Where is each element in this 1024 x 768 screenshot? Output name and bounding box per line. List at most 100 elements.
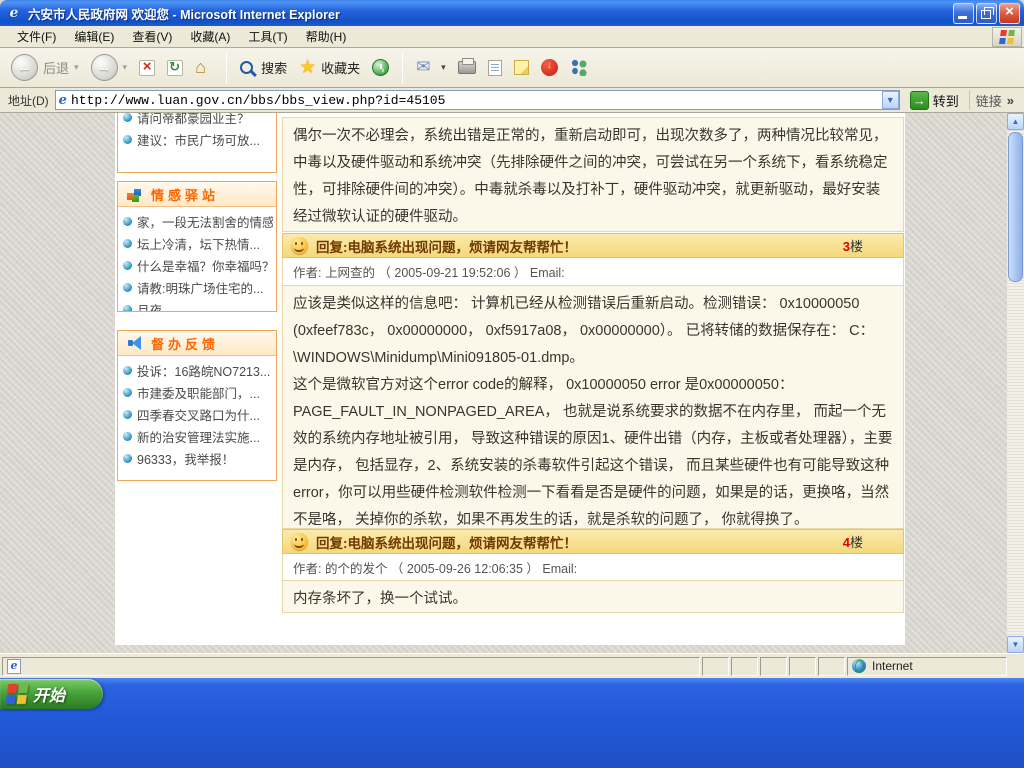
toolbar-separator [226,52,227,84]
floor-badge: 4楼 [843,532,863,551]
address-bar: 地址(D) e ▼ → 转到 链接 » [0,88,1024,113]
scroll-down-button[interactable]: ▼ [1007,636,1024,653]
author-row-3: 作者: 上网查的 （ 2005-09-21 19:52:06 ） Email: [282,258,904,285]
menu-favorites[interactable]: 收藏(A) [181,26,239,47]
sidebar-link[interactable]: 月夜 [123,298,273,312]
back-button[interactable]: ← 后退 ▾ [8,52,82,83]
sidebar-link[interactable]: 四季春交叉路口为什... [123,403,273,425]
menu-edit[interactable]: 编辑(E) [65,26,123,47]
sidebar-link[interactable]: 市建委及职能部门，... [123,381,273,403]
favorites-label: 收藏夹 [321,58,360,77]
status-zone-pane: Internet [847,657,1007,676]
refresh-icon [167,60,183,76]
go-button[interactable]: → 转到 [906,90,963,111]
reply-header-4: 回复:电脑系统出现问题，烦请网友帮帮忙！ 4楼 [282,529,904,554]
history-icon [372,59,389,76]
home-button[interactable] [192,57,216,79]
sidebar-link[interactable]: 96333，我举报！ [123,447,273,469]
megaphone-icon [127,336,143,350]
post-text: 这个是微软官方对这个error code的解释， 0x10000050 erro… [293,372,893,529]
toolbar-separator [402,52,403,84]
vertical-scrollbar[interactable]: ▲ ▼ [1007,113,1024,653]
start-button[interactable]: 开始 [0,679,103,709]
edit-button[interactable] [485,58,505,78]
sidebar-box-top: 请问帝都豪园业主？ 建议：市民广场可放... [117,113,277,173]
taskbar: 开始 G IBM UE ▶ e ◲ 计... MSN... e检... 瀚...… [0,678,1024,768]
status-pane [702,657,729,676]
window-title: 六安市人民政府网 欢迎您 - Microsoft Internet Explor… [28,4,951,23]
stop-icon [139,60,155,76]
menu-help[interactable]: 帮助(H) [297,26,356,47]
reply-title: 回复:电脑系统出现问题，烦请网友帮帮忙！ [316,236,577,256]
sidebar-link[interactable]: 新的治安管理法实施... [123,425,273,447]
sidebar-link[interactable]: 建议：市民广场可放... [123,128,273,150]
go-label: 转到 [933,91,959,110]
post-text: 偶尔一次不必理会，系统出错是正常的，重新启动即可，出现次数多了，两种情况比较常见… [293,123,893,231]
forward-dropdown-icon[interactable]: ▾ [123,62,128,73]
close-button[interactable] [999,3,1020,24]
sidebar-link[interactable]: 什么是幸福？你幸福吗？ [123,254,273,276]
back-arrow-icon: ← [11,54,38,81]
links-menu[interactable]: 链接 » [969,90,1020,110]
address-label: 地址(D) [8,92,49,109]
windows-flag-icon [6,684,29,704]
messenger-people-icon [570,59,589,76]
mail-icon [416,61,436,75]
browser-viewport: 请问帝都豪园业主？ 建议：市民广场可放... 情感驿站 家，一段无法割舍的情感 [0,113,1024,653]
bullet-icon [123,283,132,292]
forward-button[interactable]: → ▾ [88,52,131,83]
sidebar-link[interactable]: 投诉：16路皖NO7213... [123,359,273,381]
back-dropdown-icon[interactable]: ▾ [74,62,79,73]
bullet-icon [123,261,132,270]
sticky-note-icon [514,60,529,75]
sidebar-link[interactable]: 请教:明珠广场住宅的... [123,276,273,298]
menu-view[interactable]: 查看(V) [123,26,181,47]
status-pane [731,657,758,676]
favorites-button[interactable]: ★ 收藏夹 [296,56,363,79]
mail-button[interactable]: ▾ [413,59,449,77]
search-icon [240,61,253,74]
notes-button[interactable] [511,58,532,77]
sidebar-section-feedback: 督办反馈 投诉：16路皖NO7213... 市建委及职能部门，... 四季春交叉… [117,330,277,481]
start-label: 开始 [33,682,65,706]
search-label: 搜索 [261,58,287,77]
address-field[interactable]: e ▼ [55,90,900,110]
search-button[interactable]: 搜索 [237,56,290,79]
menu-file[interactable]: 文件(F) [8,26,65,47]
minimize-button[interactable] [953,3,974,24]
sidebar-link[interactable]: 坛上冷清，坛下热情... [123,232,273,254]
zone-label: Internet [872,659,913,673]
messenger-button[interactable] [567,57,592,78]
sidebar-link[interactable]: 家，一段无法割舍的情感 [123,210,273,232]
address-dropdown-button[interactable]: ▼ [882,91,899,109]
mail-dropdown-icon[interactable]: ▾ [441,62,446,73]
windows-brand-logo [992,27,1022,47]
bullet-icon [123,305,132,313]
address-input[interactable] [71,93,882,108]
windows-flag-icon [999,30,1015,44]
status-pane [760,657,787,676]
bullet-icon [123,410,132,419]
sidebar-section-emotions: 情感驿站 家，一段无法割舍的情感 坛上冷清，坛下热情... 什么是幸福？你幸福吗… [117,181,277,312]
scroll-up-button[interactable]: ▲ [1007,113,1024,130]
stop-button[interactable] [136,58,158,78]
status-pane [818,657,845,676]
post-body-4: 内存条坏了，换一个试试。 [282,580,904,613]
sidebar-section-title: 督办反馈 [151,334,219,353]
smiley-icon [291,237,308,254]
refresh-button[interactable] [164,58,186,78]
scroll-thumb[interactable] [1008,132,1023,282]
smiley-icon [291,533,308,550]
bullet-icon [123,388,132,397]
bullet-icon [123,239,132,248]
menu-tools[interactable]: 工具(T) [239,26,296,47]
sidebar-section-header: 督办反馈 [118,331,276,356]
download-tool-button[interactable] [538,57,561,78]
restore-button[interactable] [976,3,997,24]
author-line: 作者: 的个的发个 （ 2005-09-26 12:06:35 ） Email: [293,558,577,577]
sidebar-link[interactable]: 请问帝都豪园业主？ [123,113,273,128]
status-pane [789,657,816,676]
page-done-icon [7,659,21,674]
history-button[interactable] [369,57,392,78]
print-button[interactable] [455,59,479,76]
